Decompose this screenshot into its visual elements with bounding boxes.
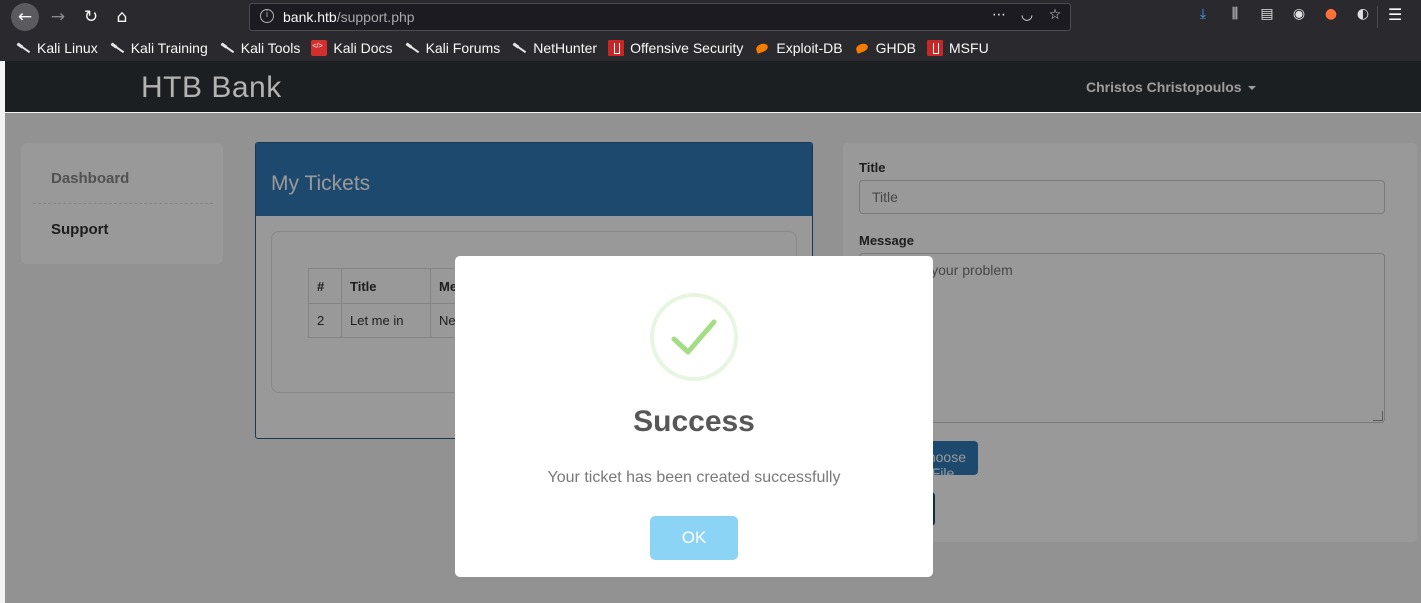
sidebar-toggle-icon[interactable]: ▤ (1251, 6, 1283, 22)
kali-dragon-icon (219, 40, 235, 56)
bookmark-kali-tools[interactable]: Kali Tools (219, 40, 301, 56)
kali-dragon-icon (109, 40, 125, 56)
bookmark-kali-training[interactable]: Kali Training (109, 40, 208, 56)
kali-dragon-icon (511, 40, 527, 56)
checkmark-icon (650, 293, 738, 381)
user-dropdown[interactable]: Christos Christopoulos (1086, 79, 1256, 95)
reload-icon[interactable]: ↻ (78, 4, 104, 30)
brand-logo[interactable]: HTB Bank (141, 71, 282, 105)
download-icon[interactable]: ⤓ (1187, 6, 1219, 22)
bookmark-kali-docs[interactable]: Kali Docs (311, 39, 393, 56)
site-info-icon[interactable]: i (260, 9, 274, 23)
ok-button[interactable]: OK (650, 516, 738, 560)
success-dialog: Success Your ticket has been created suc… (455, 256, 933, 577)
pocket-icon[interactable]: ◡ (1018, 7, 1036, 23)
back-arrow-icon[interactable]: ← (11, 3, 39, 31)
palette-icon[interactable]: ◐ (1347, 6, 1379, 22)
caret-down-icon (1247, 86, 1256, 91)
home-icon[interactable]: ⌂ (109, 4, 135, 30)
exploit-db-icon (854, 40, 870, 56)
extension-icon[interactable]: ● (1315, 6, 1347, 22)
kali-dragon-icon (15, 40, 31, 56)
browser-toolbar: ← → ↻ ⌂ i bank.htb/support.php ⋯ ◡ ☆ ⤓ ⫼… (0, 0, 1421, 34)
bookmark-msfu[interactable]: MSFU (927, 39, 989, 56)
bookmark-kali-linux[interactable]: Kali Linux (15, 40, 98, 56)
bookmarks-bar: Kali Linux Kali Training Kali Tools Kali… (0, 34, 1421, 61)
offsec-icon (927, 39, 944, 56)
account-icon[interactable]: ◉ (1283, 6, 1315, 22)
bookmark-star-icon[interactable]: ☆ (1046, 7, 1064, 23)
offsec-icon (608, 39, 625, 56)
page-actions-icon[interactable]: ⋯ (990, 7, 1008, 23)
bookmark-offensive-security[interactable]: Offensive Security (608, 39, 743, 56)
dialog-message: Your ticket has been created successfull… (547, 469, 841, 486)
kali-dragon-icon (404, 40, 420, 56)
toolbar-divider (1377, 6, 1378, 28)
bookmark-ghdb[interactable]: GHDB (854, 40, 916, 56)
library-icon[interactable]: ⫼ (1219, 6, 1251, 22)
forward-arrow-icon[interactable]: → (45, 4, 71, 30)
hamburger-menu-icon[interactable]: ☰ (1388, 5, 1402, 24)
url-text[interactable]: bank.htb/support.php (283, 9, 415, 25)
bookmark-nethunter[interactable]: NetHunter (511, 40, 597, 56)
dialog-title: Success (633, 405, 755, 438)
site-navbar: HTB Bank Christos Christopoulos (5, 61, 1421, 112)
url-bar[interactable]: i bank.htb/support.php ⋯ ◡ ☆ (249, 3, 1071, 31)
bookmark-kali-forums[interactable]: Kali Forums (404, 40, 501, 56)
exploit-db-icon (754, 40, 770, 56)
kali-docs-icon (311, 39, 328, 56)
bookmark-exploit-db[interactable]: Exploit-DB (754, 40, 842, 56)
